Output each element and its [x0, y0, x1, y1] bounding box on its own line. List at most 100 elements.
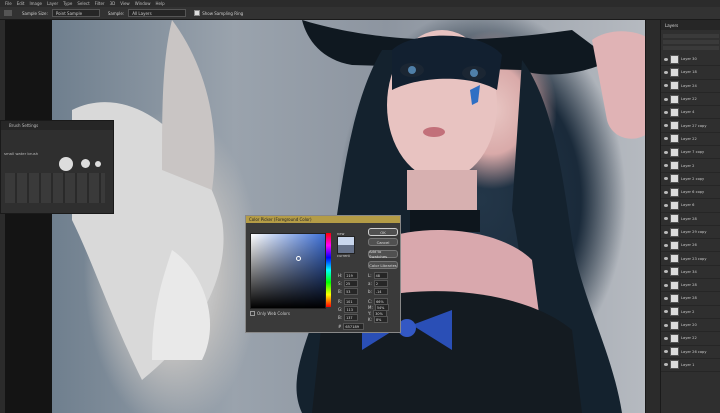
layer-row[interactable]: Layer 18	[661, 66, 720, 80]
menu-filter[interactable]: Filter	[95, 1, 105, 6]
menu-window[interactable]: Window	[135, 1, 151, 6]
color-channel-input[interactable]: 137	[344, 314, 359, 321]
visibility-eye-icon[interactable]	[664, 350, 668, 354]
hex-input[interactable]: 657189	[343, 323, 365, 330]
visibility-eye-icon[interactable]	[664, 177, 668, 181]
layer-row[interactable]: Layer 34	[661, 266, 720, 280]
color-libraries-button[interactable]: Color Libraries	[368, 261, 398, 269]
eyedropper-icon[interactable]	[4, 10, 12, 16]
menu-type[interactable]: Type	[63, 1, 72, 6]
visibility-eye-icon[interactable]	[664, 336, 668, 340]
visibility-eye-icon[interactable]	[664, 217, 668, 221]
layer-row[interactable]: Layer 26 copy	[661, 346, 720, 359]
layer-row[interactable]: Layer 20	[661, 319, 720, 333]
color-channel-input[interactable]: -14	[373, 288, 388, 295]
add-to-swatches-button[interactable]: Add to Swatches	[368, 249, 398, 259]
layer-row[interactable]: Layer 4	[661, 106, 720, 120]
layer-thumbnail	[670, 307, 679, 317]
visibility-eye-icon[interactable]	[664, 323, 668, 327]
menu-image[interactable]: Image	[29, 1, 42, 6]
menu-help[interactable]: Help	[155, 1, 164, 6]
ok-button[interactable]: OK	[368, 228, 398, 236]
layer-name: Layer 2	[681, 163, 695, 168]
layer-row[interactable]: Layer 2	[661, 159, 720, 173]
color-channel-input[interactable]: 25	[343, 280, 358, 287]
hex-label: #	[338, 324, 342, 329]
visibility-eye-icon[interactable]	[664, 110, 668, 114]
visibility-eye-icon[interactable]	[664, 363, 668, 367]
menu-layer[interactable]: Layer	[47, 1, 58, 6]
visibility-eye-icon[interactable]	[664, 150, 668, 154]
layer-row[interactable]: Layer 22	[661, 332, 720, 346]
color-channel-input[interactable]: 8%	[373, 316, 388, 323]
layer-row[interactable]: Layer 24	[661, 80, 720, 93]
visibility-eye-icon[interactable]	[664, 57, 668, 61]
visibility-eye-icon[interactable]	[664, 283, 668, 287]
menu-select[interactable]: Select	[77, 1, 89, 6]
hue-slider[interactable]	[326, 233, 331, 307]
layer-row[interactable]: Layer 28	[661, 292, 720, 306]
only-web-checkbox[interactable]	[250, 311, 255, 316]
show-ring-checkbox[interactable]	[194, 10, 201, 16]
layer-name: Layer 28	[681, 296, 697, 301]
layer-row[interactable]: Layer 1	[661, 359, 720, 373]
menu-3d[interactable]: 3D	[110, 1, 116, 6]
menu-file[interactable]: File	[5, 1, 12, 6]
menu-view[interactable]: View	[120, 1, 130, 6]
layer-row[interactable]: Layer 7 copy	[661, 146, 720, 160]
layer-row[interactable]: Layer 23 copy	[661, 252, 720, 266]
visibility-eye-icon[interactable]	[664, 97, 668, 101]
layer-row[interactable]: Layer 29 copy	[661, 226, 720, 240]
layer-thumbnail	[670, 200, 679, 210]
color-value-row: B: 53	[338, 288, 360, 295]
visibility-eye-icon[interactable]	[664, 84, 668, 88]
brush-tip-large[interactable]	[59, 157, 73, 171]
layer-row[interactable]: Layer 2	[661, 306, 720, 319]
color-field-cursor[interactable]	[296, 256, 301, 261]
color-channel-input[interactable]: 113	[344, 306, 359, 313]
visibility-eye-icon[interactable]	[664, 270, 668, 274]
layer-row[interactable]: Layer 27 copy	[661, 119, 720, 133]
brush-preset-grid[interactable]	[5, 173, 105, 203]
layer-row[interactable]: Layer 6	[661, 199, 720, 213]
visibility-eye-icon[interactable]	[664, 243, 668, 247]
cancel-button[interactable]: Cancel	[368, 238, 398, 246]
visibility-eye-icon[interactable]	[664, 137, 668, 141]
color-channel-label: L:	[368, 273, 372, 278]
only-web-colors[interactable]: Only Web Colors	[250, 311, 290, 316]
visibility-eye-icon[interactable]	[664, 164, 668, 168]
panel-icon-strip[interactable]	[645, 20, 661, 413]
visibility-eye-icon[interactable]	[664, 124, 668, 128]
layer-controls[interactable]	[663, 32, 719, 50]
layer-row[interactable]: Layer 22	[661, 93, 720, 107]
layer-name: Layer 4	[681, 110, 695, 115]
visibility-eye-icon[interactable]	[664, 296, 668, 300]
layer-row[interactable]: Layer 2 copy	[661, 173, 720, 186]
color-channel-input[interactable]: 53	[344, 288, 359, 295]
visibility-eye-icon[interactable]	[664, 70, 668, 74]
current-color-swatch[interactable]	[338, 245, 354, 253]
color-channel-input[interactable]: 48	[373, 272, 388, 279]
color-channel-input[interactable]: 219	[344, 272, 359, 279]
color-channel-input[interactable]: 2	[373, 280, 388, 287]
color-channel-input[interactable]: 101	[344, 298, 359, 305]
only-web-label: Only Web Colors	[257, 311, 290, 316]
sample-size-select[interactable]: Point Sample	[51, 9, 100, 17]
layer-row[interactable]: Layer 30	[661, 53, 720, 67]
brush-tip-medium[interactable]	[81, 159, 90, 168]
menu-edit[interactable]: Edit	[17, 1, 25, 6]
color-field[interactable]	[250, 233, 326, 309]
sample-select[interactable]: All Layers	[128, 9, 187, 17]
visibility-eye-icon[interactable]	[664, 310, 668, 314]
visibility-eye-icon[interactable]	[664, 203, 668, 207]
visibility-eye-icon[interactable]	[664, 230, 668, 234]
visibility-eye-icon[interactable]	[664, 190, 668, 194]
layer-row[interactable]: Layer 26	[661, 239, 720, 253]
layers-tab[interactable]: Layers	[661, 20, 720, 30]
layer-row[interactable]: Layer 22	[661, 133, 720, 147]
brush-tip-small[interactable]	[95, 161, 101, 167]
layer-row[interactable]: Layer 28	[661, 213, 720, 226]
layer-row[interactable]: Layer 6 copy	[661, 186, 720, 200]
visibility-eye-icon[interactable]	[664, 257, 668, 261]
layer-row[interactable]: Layer 28	[661, 279, 720, 293]
